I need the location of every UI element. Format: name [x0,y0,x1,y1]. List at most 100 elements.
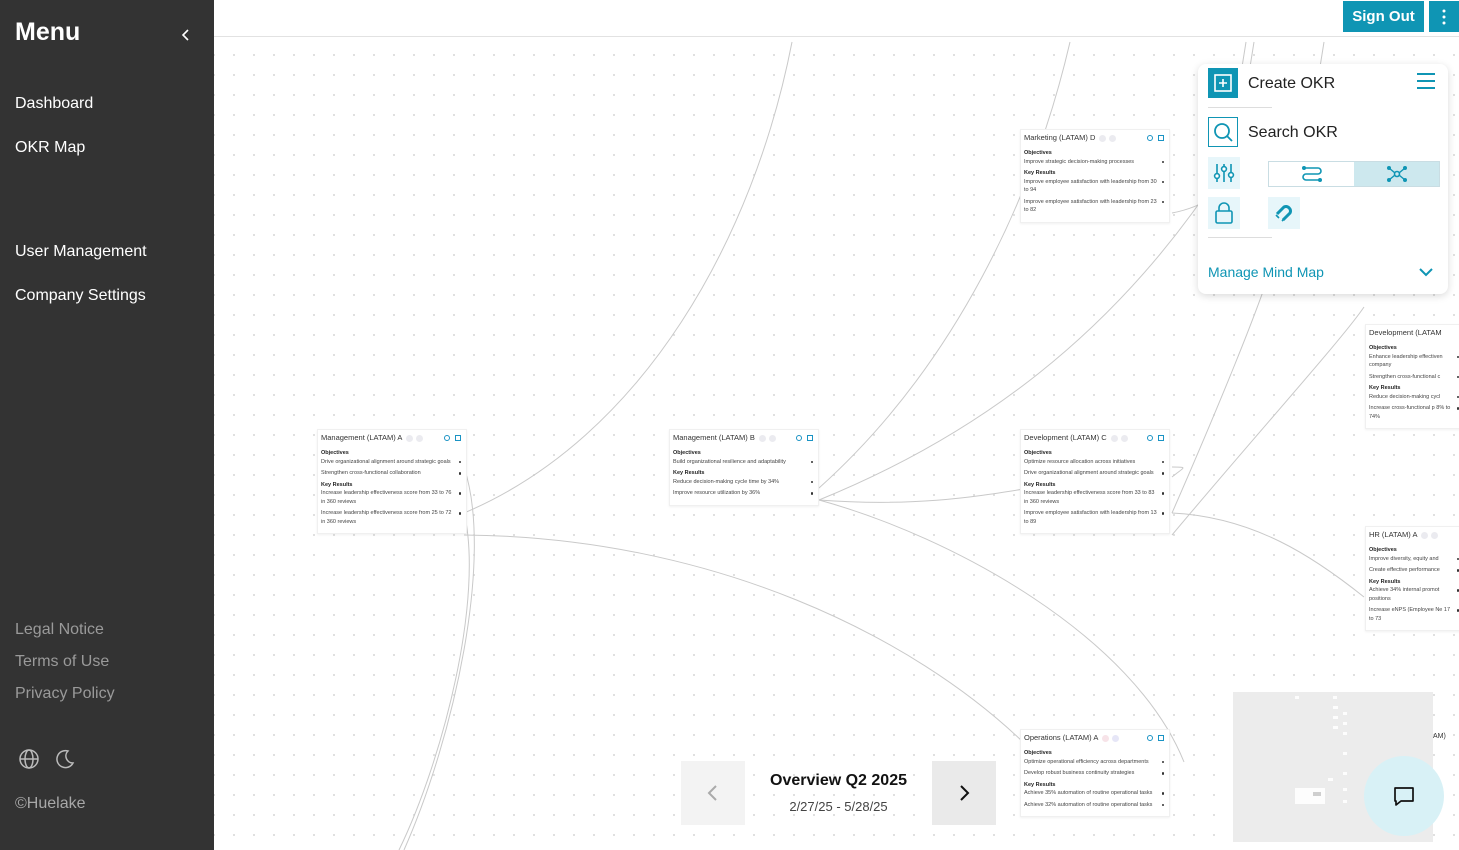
route-layout-option[interactable] [1269,162,1354,186]
objective-item[interactable]: Build organizational resilience and adap… [673,458,815,467]
divider [1208,107,1272,108]
key-results-label: Key Results [1369,385,1401,391]
period-date-range: 2/27/25 - 5/28/25 [789,799,888,814]
objective-item[interactable]: Optimize operational efficiency across d… [1024,758,1166,767]
more-options-button[interactable] [1429,1,1459,32]
card-title: HR (LATAM) A [1369,529,1418,539]
chevron-left-icon[interactable] [178,26,194,44]
objective-item[interactable]: Create effective performance [1369,566,1459,575]
key-result-item[interactable]: Improve employee satisfaction with leade… [1024,178,1166,195]
mind-map-tools-panel: Create OKR Search OKR Manage Mind Map [1198,64,1448,294]
privacy-policy-link[interactable]: Privacy Policy [15,685,115,703]
top-bar [214,0,1459,37]
objective-item[interactable]: Drive organizational alignment around st… [1024,469,1166,478]
card-title: Marketing (LATAM) D [1024,132,1096,142]
terms-of-use-link[interactable]: Terms of Use [15,653,109,671]
okr-card-marketing-latam-d[interactable]: Marketing (LATAM) D Objectives Improve s… [1020,129,1170,223]
objective-item[interactable]: Improve diversity, equity and [1369,555,1459,564]
nav-okr-map[interactable]: OKR Map [15,139,85,157]
objective-item[interactable]: Improve strategic decision-making proces… [1024,158,1166,167]
branch-layout-option[interactable] [1354,162,1439,186]
chat-button[interactable] [1364,756,1444,836]
plus-square-icon [1214,74,1232,92]
objective-item[interactable]: Optimize resource allocation across init… [1024,458,1166,467]
objectives-label: Objectives [1369,345,1397,351]
card-title: Management (LATAM) B [673,432,755,442]
edit-icon[interactable] [1158,735,1164,741]
chevron-right-icon [960,785,970,801]
create-okr-label[interactable]: Create OKR [1248,75,1335,93]
key-result-item[interactable]: Achieve 32% automation of routine operat… [1024,801,1166,810]
key-result-item[interactable]: Achieve 35% automation of routine operat… [1024,789,1166,798]
search-okr-label[interactable]: Search OKR [1248,124,1338,142]
okr-card-operations-latam-a[interactable]: Operations (LATAM) A Objectives Optimize… [1020,729,1170,817]
nav-dashboard[interactable]: Dashboard [15,95,93,113]
search-okr-button[interactable] [1208,117,1238,147]
search-icon [1214,123,1233,142]
zoom-icon[interactable] [444,435,450,441]
edit-icon[interactable] [455,435,461,441]
key-result-item[interactable]: Reduce decision-making cycl [1369,393,1459,402]
sliders-icon [1213,164,1235,182]
manage-mind-map-link[interactable]: Manage Mind Map [1208,264,1324,280]
key-result-item[interactable]: Increase cross-functional p 8% to 74% [1369,404,1459,421]
zoom-icon[interactable] [1147,435,1153,441]
key-results-label: Key Results [1024,170,1056,176]
objective-item[interactable]: Strengthen cross-functional collaboratio… [321,469,463,478]
okr-card-development-latam-partial[interactable]: Development (LATAM Objectives Enhance le… [1365,324,1459,429]
zoom-icon[interactable] [796,435,802,441]
snap-button[interactable] [1268,197,1300,229]
okr-card-development-latam-c[interactable]: Development (LATAM) C Objectives Optimiz… [1020,429,1170,534]
key-result-item[interactable]: Increase eNPS (Employee Ne 17 to 73 [1369,606,1459,623]
key-result-item[interactable]: Increase leadership effectiveness score … [321,489,463,506]
nav-user-management[interactable]: User Management [15,243,147,261]
objective-item[interactable]: Develop robust business continuity strat… [1024,769,1166,778]
key-result-item[interactable]: Increase leadership effectiveness score … [1024,489,1166,506]
objectives-label: Objectives [673,450,701,456]
period-title: Overview Q2 2025 [770,772,907,789]
legal-notice-link[interactable]: Legal Notice [15,621,104,639]
okr-card-hr-latam-a[interactable]: HR (LATAM) A Objectives Improve diversit… [1365,526,1459,631]
edit-icon[interactable] [1158,435,1164,441]
key-result-item[interactable]: Improve resource utilization by 36% [673,489,815,498]
zoom-icon[interactable] [1147,135,1153,141]
key-result-item[interactable]: Improve employee satisfaction with leade… [1024,198,1166,215]
key-result-item[interactable]: Achieve 34% internal promot positions [1369,586,1459,603]
card-title: Development (LATAM) C [1024,432,1107,442]
objective-item[interactable]: Drive organizational alignment around st… [321,458,463,467]
divider [1208,237,1272,238]
objectives-label: Objectives [1024,750,1052,756]
edit-icon[interactable] [1158,135,1164,141]
chevron-down-icon[interactable] [1418,266,1434,278]
hamburger-icon[interactable] [1416,72,1436,90]
key-results-label: Key Results [673,470,705,476]
next-period-button[interactable] [932,761,996,825]
globe-icon[interactable] [18,748,40,770]
nav-company-settings[interactable]: Company Settings [15,287,146,305]
objectives-label: Objectives [1024,150,1052,156]
layout-toggle[interactable] [1268,161,1440,187]
minimap-edge-label: AM) [1433,733,1446,740]
sign-out-button[interactable]: Sign Out [1343,1,1424,32]
card-title: Operations (LATAM) A [1024,732,1099,742]
key-result-item[interactable]: Improve employee satisfaction with leade… [1024,509,1166,526]
create-okr-button[interactable] [1208,68,1238,98]
objective-item[interactable]: Enhance leadership effectiven company [1369,353,1459,370]
objective-item[interactable]: Strengthen cross-functional c [1369,373,1459,382]
key-results-label: Key Results [1024,781,1056,788]
filter-button[interactable] [1208,157,1240,189]
edit-icon[interactable] [807,435,813,441]
moon-icon[interactable] [54,748,76,770]
previous-period-button[interactable] [681,761,745,825]
sidebar: Menu Dashboard OKR Map User Management C… [0,0,214,850]
card-title: Management (LATAM) A [321,432,403,442]
key-results-label: Key Results [321,481,353,488]
okr-card-management-latam-a[interactable]: Management (LATAM) A Objectives Drive or… [317,429,467,534]
key-result-item[interactable]: Reduce decision-making cycle time by 34% [673,478,815,487]
key-result-item[interactable]: Increase leadership effectiveness score … [321,509,463,526]
lock-button[interactable] [1208,197,1240,229]
kebab-icon [1442,9,1446,24]
okr-card-management-latam-b[interactable]: Management (LATAM) B Objectives Build or… [669,429,819,506]
objectives-label: Objectives [1369,547,1397,553]
zoom-icon[interactable] [1147,735,1153,741]
